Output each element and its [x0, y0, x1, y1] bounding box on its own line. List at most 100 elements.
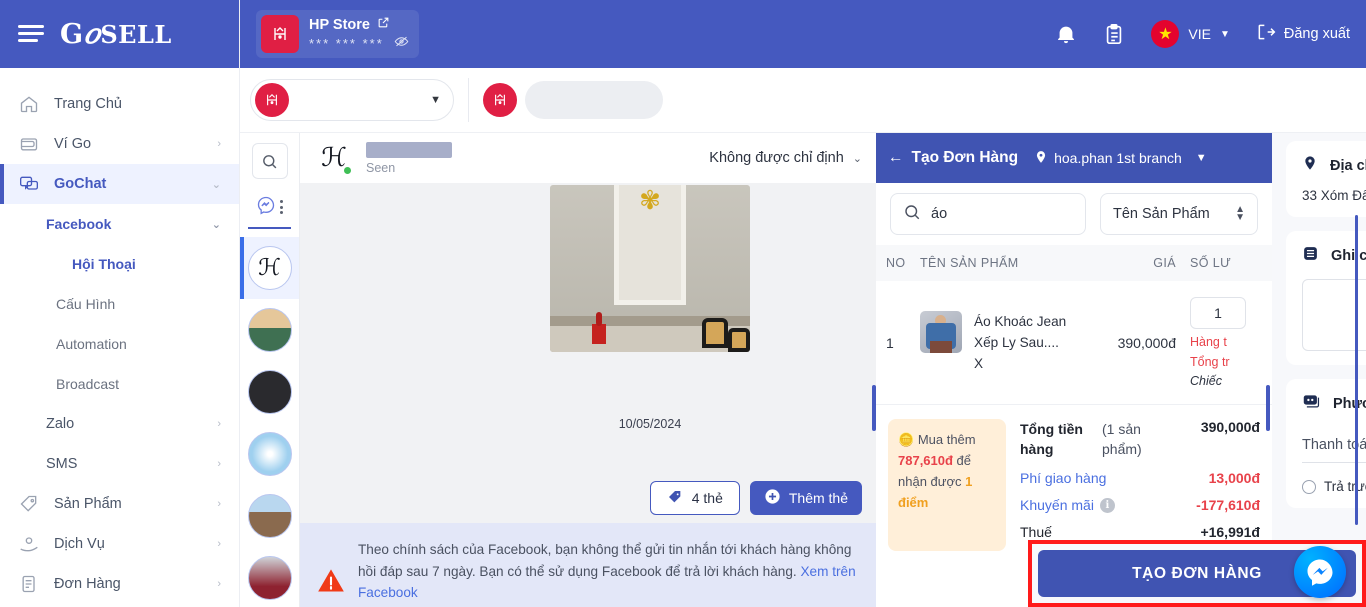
assignee-dropdown[interactable]: Không được chỉ định ⌄: [709, 150, 862, 166]
sidebar-item-trang-chu[interactable]: Trang Chủ: [0, 84, 239, 124]
chat-icon: [18, 173, 40, 195]
loyalty-promo-box: 🪙 Mua thêm 787,610đ để nhận được 1 điểm: [888, 419, 1006, 551]
product-name-block: Áo Khoác Jean Xếp Ly Sau.... X: [974, 311, 1084, 374]
conversation-avatar-item[interactable]: [240, 485, 299, 547]
conversation-avatar-item[interactable]: [240, 547, 299, 607]
quantity-input[interactable]: 1: [1190, 297, 1246, 329]
sidebar-item-label: Trang Chủ: [54, 96, 122, 112]
page-selector-dropdown[interactable]: ▼: [250, 79, 454, 121]
product-sort-select[interactable]: Tên Sản Phẩm ▲ ▼: [1100, 193, 1258, 235]
logout-button[interactable]: Đăng xuất: [1256, 22, 1350, 46]
column-header-no: NO: [886, 256, 906, 270]
conversation-avatar-item[interactable]: ℋ: [240, 237, 299, 299]
sidebar-item-broadcast[interactable]: Broadcast: [0, 364, 239, 404]
tag-count-button[interactable]: 4 thẻ: [649, 481, 740, 515]
column-header-name: TÊN SẢN PHẨM: [920, 256, 1019, 270]
contact-name-redacted: [366, 141, 452, 158]
sidebar-item-san-pham[interactable]: Sản Phẩm ›: [0, 484, 239, 524]
image-chair: [728, 328, 750, 352]
search-icon[interactable]: [251, 143, 288, 179]
sidebar-item-hoi-thoai[interactable]: Hội Thoại: [0, 244, 239, 284]
product-name: Áo Khoác Jean Xếp Ly Sau....: [974, 314, 1067, 350]
arrow-left-icon: ←: [888, 149, 904, 166]
page-avatar-icon: [483, 83, 517, 117]
avatar: [247, 308, 292, 352]
chevron-down-icon: ⌄: [211, 178, 221, 191]
back-to-orders-button[interactable]: ← Tạo Đơn Hàng: [888, 149, 1018, 167]
conversation-avatar-item[interactable]: [240, 361, 299, 423]
tag-toolbar: 4 thẻ Thêm thẻ: [300, 473, 876, 523]
location-pin-icon: [1034, 150, 1048, 167]
external-link-icon[interactable]: [377, 16, 390, 33]
menu-toggle-icon[interactable]: [18, 24, 44, 44]
store-name-row: HP Store: [309, 16, 409, 33]
logout-icon: [1256, 22, 1276, 46]
secondary-page-chip[interactable]: [483, 79, 663, 121]
add-tag-button[interactable]: Thêm thẻ: [749, 481, 862, 515]
chevron-down-icon: ⌄: [852, 152, 862, 165]
sidebar-item-label: Sản Phẩm: [54, 496, 122, 512]
warning-text: Theo chính sách của Facebook, bạn không …: [358, 542, 852, 579]
summary-key[interactable]: Phí giao hàng: [1020, 470, 1209, 486]
sidebar-group-facebook[interactable]: Facebook ⌄: [0, 204, 239, 244]
sidebar-item-zalo[interactable]: Zalo ›: [0, 404, 239, 444]
tag-icon: [18, 493, 40, 515]
message-image-attachment[interactable]: ✾: [550, 185, 750, 352]
radio-dot: [1302, 479, 1316, 494]
sidebar-item-cau-hinh[interactable]: Cấu Hình: [0, 284, 239, 324]
summary-line: Khuyến mãi i -177,610đ: [1020, 497, 1260, 513]
image-chair: [702, 318, 728, 348]
summary-key-wrap[interactable]: Khuyến mãi i: [1020, 497, 1196, 513]
conversation-avatar-item[interactable]: [240, 299, 299, 361]
messenger-fab-icon[interactable]: [1294, 546, 1346, 598]
sidebar-item-label: SMS: [46, 456, 78, 472]
avatar: [247, 556, 292, 600]
sidebar-item-label: GoChat: [54, 176, 107, 192]
product-sort-value: Tên Sản Phẩm: [1113, 206, 1210, 222]
note-icon: [1302, 245, 1319, 267]
branch-label: hoa.phan 1st branch: [1054, 150, 1182, 166]
sidebar-item-vi-go[interactable]: Ví Go ›: [0, 124, 239, 164]
more-options-icon[interactable]: [280, 200, 283, 214]
promo-amount: 787,610đ: [898, 453, 953, 468]
store-phone-row: *** *** ***: [309, 34, 409, 52]
info-icon[interactable]: i: [1099, 497, 1115, 513]
store-switcher[interactable]: HP Store *** *** ***: [256, 10, 419, 58]
conversation-avatar-item[interactable]: [240, 423, 299, 485]
branch-selector[interactable]: hoa.phan 1st branch ▼: [1034, 150, 1207, 167]
contact-avatar: ℋ: [314, 138, 354, 178]
summary-key: Thuế: [1020, 524, 1052, 540]
assignee-label: Không được chỉ định: [709, 150, 844, 166]
conversation-panel: ℋ Seen Không được chỉ định ⌄ ✾ 10/05/202…: [300, 133, 876, 607]
product-search-input[interactable]: áo: [890, 193, 1086, 235]
note-title: Ghi chú: [1331, 248, 1366, 264]
sidebar-item-sms[interactable]: SMS ›: [0, 444, 239, 484]
message-list: ✾ 10/05/2024: [300, 183, 876, 473]
stock-line-2: Tổng tr: [1190, 355, 1230, 369]
plus-circle-icon: [764, 488, 781, 508]
sidebar-item-automation[interactable]: Automation: [0, 324, 239, 364]
order-panel-scrollbar[interactable]: [1266, 385, 1270, 431]
sidebar-item-dich-vu[interactable]: Dịch Vụ ›: [0, 524, 239, 564]
tab-messenger[interactable]: [248, 187, 291, 229]
stock-line-1: Hàng t: [1190, 335, 1227, 349]
sidebar-item-don-hang[interactable]: Đơn Hàng ›: [0, 564, 239, 604]
summary-value: 390,000đ: [1200, 419, 1260, 435]
wallet-icon: [18, 133, 40, 155]
summary-mid: (1 sản phẩm): [1102, 421, 1142, 457]
tag-count-label: 4 thẻ: [691, 490, 723, 506]
note-card: Ghi chú ◢: [1286, 231, 1366, 365]
sidebar-item-label: Automation: [56, 336, 127, 352]
right-panel-scrollbar[interactable]: [1355, 215, 1358, 525]
product-thumbnail: [920, 311, 962, 353]
clipboard-icon[interactable]: [1103, 23, 1125, 45]
sidebar-item-gochat[interactable]: GoChat ⌄: [0, 164, 239, 204]
order-panel-header: ← Tạo Đơn Hàng hoa.phan 1st branch ▼: [876, 133, 1272, 183]
bell-icon[interactable]: [1055, 23, 1077, 45]
eye-off-icon[interactable]: [394, 34, 409, 52]
sidebar-group-label: Facebook: [46, 216, 112, 232]
store-logo: [261, 15, 299, 53]
service-icon: [18, 533, 40, 555]
product-variant: X: [974, 356, 984, 371]
language-selector[interactable]: ★ VIE ▼: [1151, 20, 1230, 48]
